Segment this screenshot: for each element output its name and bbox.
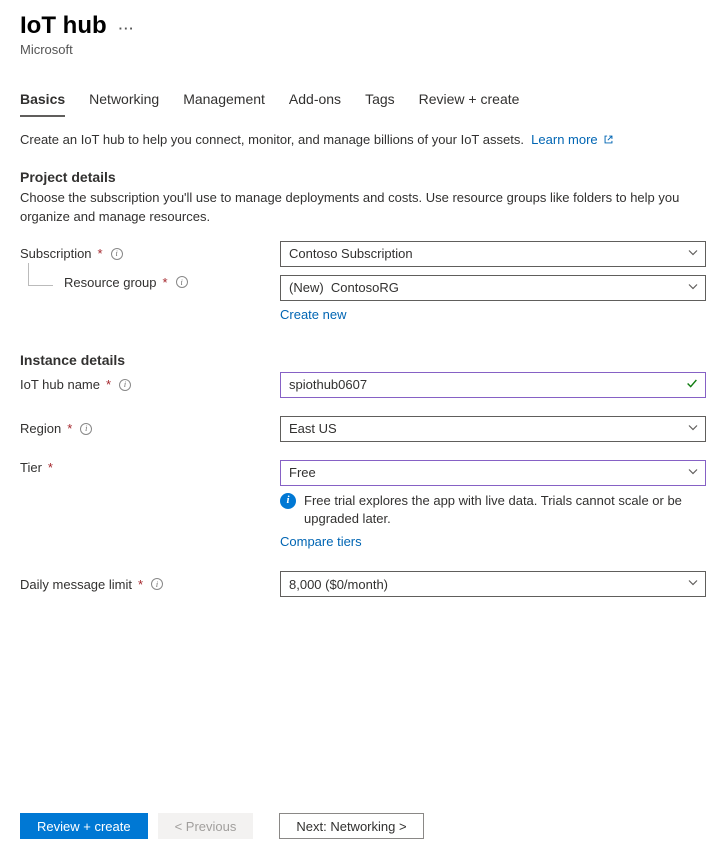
chevron-down-icon xyxy=(687,465,699,480)
tier-note-text: Free trial explores the app with live da… xyxy=(304,492,706,528)
subscription-select[interactable]: Contoso Subscription xyxy=(280,241,706,267)
hub-name-value: spiothub0607 xyxy=(289,377,367,392)
region-select[interactable]: East US xyxy=(280,416,706,442)
review-create-button[interactable]: Review + create xyxy=(20,813,148,839)
info-icon[interactable]: i xyxy=(111,248,123,260)
page-title: IoT hub xyxy=(20,12,107,40)
resource-group-select[interactable]: (New) ContosoRG xyxy=(280,275,706,301)
tab-tags[interactable]: Tags xyxy=(365,85,395,117)
info-icon[interactable]: i xyxy=(151,578,163,590)
intro-text: Create an IoT hub to help you connect, m… xyxy=(20,132,706,147)
tab-bar: Basics Networking Management Add-ons Tag… xyxy=(20,85,706,118)
subscription-label: Subscription* i xyxy=(20,246,280,261)
learn-more-label: Learn more xyxy=(531,132,597,147)
info-badge-icon: i xyxy=(280,493,296,509)
instance-details-heading: Instance details xyxy=(20,352,706,368)
hub-name-label: IoT hub name* i xyxy=(20,377,280,392)
chevron-down-icon xyxy=(687,280,699,295)
daily-limit-label: Daily message limit* i xyxy=(20,577,280,592)
tier-label: Tier* xyxy=(20,460,280,475)
learn-more-link[interactable]: Learn more xyxy=(531,132,614,147)
chevron-down-icon xyxy=(687,421,699,436)
region-value: East US xyxy=(289,421,337,436)
tab-review-create[interactable]: Review + create xyxy=(419,85,520,117)
compare-tiers-link[interactable]: Compare tiers xyxy=(280,534,362,549)
tier-note: i Free trial explores the app with live … xyxy=(280,492,706,528)
info-icon[interactable]: i xyxy=(176,276,188,288)
tab-add-ons[interactable]: Add-ons xyxy=(289,85,341,117)
region-label: Region* i xyxy=(20,421,280,436)
subscription-value: Contoso Subscription xyxy=(289,246,413,261)
overflow-icon[interactable]: ··· xyxy=(119,17,135,36)
daily-limit-value: 8,000 ($0/month) xyxy=(289,577,388,592)
tier-value: Free xyxy=(289,465,316,480)
tab-management[interactable]: Management xyxy=(183,85,265,117)
resource-group-value: (New) ContosoRG xyxy=(289,280,399,295)
tab-basics[interactable]: Basics xyxy=(20,85,65,117)
chevron-down-icon xyxy=(687,577,699,592)
project-details-heading: Project details xyxy=(20,169,706,185)
hub-name-input[interactable]: spiothub0607 xyxy=(280,372,706,398)
create-new-link[interactable]: Create new xyxy=(280,307,346,322)
intro-copy: Create an IoT hub to help you connect, m… xyxy=(20,132,524,147)
resource-group-label: Resource group* i xyxy=(20,275,280,290)
chevron-down-icon xyxy=(687,246,699,261)
external-link-icon xyxy=(603,134,614,145)
previous-button: < Previous xyxy=(158,813,254,839)
tab-networking[interactable]: Networking xyxy=(89,85,159,117)
info-icon[interactable]: i xyxy=(119,379,131,391)
checkmark-icon xyxy=(685,376,699,393)
publisher-label: Microsoft xyxy=(20,42,706,57)
info-icon[interactable]: i xyxy=(80,423,92,435)
wizard-footer: Review + create < Previous Next: Network… xyxy=(0,803,726,853)
daily-limit-select[interactable]: 8,000 ($0/month) xyxy=(280,571,706,597)
next-button[interactable]: Next: Networking > xyxy=(279,813,423,839)
tier-select[interactable]: Free xyxy=(280,460,706,486)
project-details-desc: Choose the subscription you'll use to ma… xyxy=(20,189,706,227)
